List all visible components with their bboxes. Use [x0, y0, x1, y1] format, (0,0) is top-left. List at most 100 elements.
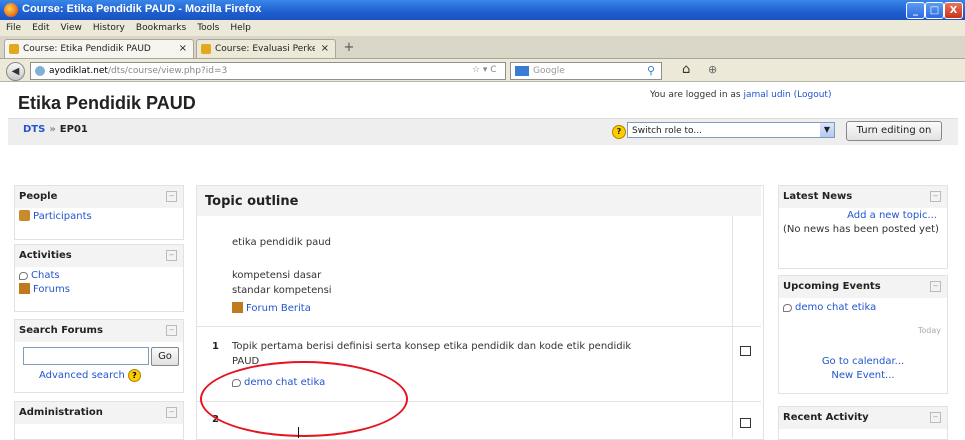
search-forums-block: Search Forums − Go Advanced search ? — [14, 319, 184, 393]
block-header: People − — [15, 186, 183, 208]
bookmark-reload-icons[interactable]: ☆ ▾ C — [472, 62, 497, 78]
administration-title: Administration — [19, 407, 103, 418]
firefox-icon — [4, 3, 18, 17]
search-forums-input[interactable] — [23, 347, 149, 365]
participants-link[interactable]: Participants — [15, 208, 183, 224]
turn-editing-button[interactable]: Turn editing on — [846, 121, 942, 141]
latest-news-title: Latest News — [783, 191, 853, 202]
tab-label: Course: Evaluasi Perkembangan Anak Us... — [215, 44, 315, 54]
menu-help[interactable]: Help — [224, 21, 256, 33]
new-event-link[interactable]: New Event... — [779, 370, 947, 381]
chevron-down-icon[interactable]: ▼ — [820, 123, 834, 137]
calendar-link[interactable]: Go to calendar... — [779, 356, 947, 367]
latest-news-block: Latest News − Add a new topic... (No news… — [778, 185, 948, 269]
administration-block: Administration − — [14, 401, 184, 440]
back-button[interactable]: ◀ — [6, 62, 25, 81]
forums-link[interactable]: Forums — [15, 283, 183, 297]
block-header: Administration − — [15, 402, 183, 424]
block-header: Activities − — [15, 245, 183, 267]
menu-file[interactable]: File — [0, 21, 26, 33]
user-link[interactable]: jamal udin — [743, 90, 790, 100]
tab-label: Course: Etika Pendidik PAUD — [23, 44, 151, 54]
block-header: Search Forums − — [15, 320, 183, 342]
section1-summary: Topik pertama berisi definisi serta kons… — [232, 341, 632, 352]
search-input[interactable]: Google ⚲ — [510, 62, 662, 80]
home-icon[interactable]: ⌂ — [682, 62, 690, 78]
collapse-icon[interactable]: − — [166, 407, 177, 418]
section-divider — [197, 326, 761, 327]
section0-line1: etika pendidik paud — [232, 237, 331, 248]
page-title: Etika Pendidik PAUD — [18, 93, 196, 113]
menu-edit[interactable]: Edit — [26, 21, 54, 33]
block-header: Upcoming Events − — [779, 276, 947, 298]
url-host: ayodiklat.net — [49, 66, 108, 76]
chats-link[interactable]: Chats — [15, 267, 183, 283]
logout-link[interactable]: (Logout) — [794, 90, 832, 100]
forums-label: Forums — [33, 284, 70, 295]
menu-bar: File Edit View History Bookmarks Tools Help — [0, 20, 965, 36]
tab-etika-pendidik[interactable]: Course: Etika Pendidik PAUD × — [4, 39, 194, 58]
event-label: demo chat etika — [795, 302, 877, 313]
tab-close-icon[interactable]: × — [179, 40, 187, 58]
search-icon[interactable]: ⚲ — [647, 63, 655, 79]
window-title: Course: Etika Pendidik PAUD - Mozilla Fi… — [22, 3, 262, 15]
tab-close-icon[interactable]: × — [321, 40, 329, 58]
section1-highlight-icon[interactable] — [740, 346, 751, 356]
advanced-search-link[interactable]: Advanced search ? — [39, 369, 141, 382]
menu-history[interactable]: History — [87, 21, 130, 33]
chat-icon — [19, 272, 28, 280]
activities-block: Activities − Chats Forums — [14, 244, 184, 312]
minimize-button[interactable]: _ — [906, 2, 925, 19]
topic-outline-header: Topic outline — [197, 186, 761, 216]
breadcrumb-dts[interactable]: DTS — [23, 124, 45, 135]
url-path: /dts/course/view.php?id=3 — [107, 66, 228, 76]
right-cell-divider — [732, 216, 733, 438]
switch-role-select[interactable]: Switch role to... ▼ — [627, 122, 835, 138]
block-header: Latest News − — [779, 186, 947, 208]
go-button[interactable]: Go — [151, 347, 179, 366]
search-placeholder: Google — [533, 66, 565, 76]
section0-line3: standar kompetensi — [232, 285, 332, 296]
forum-icon — [19, 283, 30, 294]
event-date: Today — [917, 326, 941, 335]
menu-view[interactable]: View — [55, 21, 87, 33]
advanced-search-label: Advanced search — [39, 370, 125, 381]
help-icon[interactable]: ? — [612, 125, 626, 139]
section2-highlight-icon[interactable] — [740, 418, 751, 428]
site-identity-icon[interactable] — [35, 66, 45, 76]
tab-evaluasi[interactable]: Course: Evaluasi Perkembangan Anak Us...… — [196, 39, 336, 58]
moodle-favicon — [9, 44, 19, 54]
window-titlebar: Course: Etika Pendidik PAUD - Mozilla Fi… — [0, 0, 965, 20]
recent-activity-title: Recent Activity — [783, 412, 869, 423]
collapse-icon[interactable]: − — [166, 325, 177, 336]
collapse-icon[interactable]: − — [166, 191, 177, 202]
search-forums-title: Search Forums — [19, 325, 103, 336]
help-icon[interactable]: ? — [127, 369, 141, 382]
event-demo-chat-link[interactable]: demo chat etika — [779, 298, 947, 315]
recent-activity-block: Recent Activity − — [778, 406, 948, 440]
new-tab-button[interactable]: + — [340, 40, 358, 56]
upcoming-events-block: Upcoming Events − demo chat etika Today G… — [778, 275, 948, 394]
maximize-button[interactable]: □ — [925, 2, 944, 19]
breadcrumb-separator: » — [49, 124, 56, 135]
collapse-icon[interactable]: − — [166, 250, 177, 261]
url-bar[interactable]: ayodiklat.net/dts/course/view.php?id=3 — [30, 62, 506, 80]
forum-berita-link[interactable]: Forum Berita — [232, 302, 311, 314]
menu-bookmarks[interactable]: Bookmarks — [130, 21, 191, 33]
breadcrumb-ep01: EP01 — [59, 124, 88, 135]
section0-line2: kompetensi dasar — [232, 270, 322, 281]
people-block: People − Participants — [14, 185, 184, 240]
annotation-ellipse — [200, 361, 408, 437]
addon-icon[interactable]: ⊕ — [708, 63, 717, 76]
annotation-pointer-line — [298, 427, 299, 438]
collapse-icon[interactable]: − — [930, 191, 941, 202]
participants-label: Participants — [33, 211, 92, 222]
collapse-icon[interactable]: − — [930, 281, 941, 292]
add-topic-link[interactable]: Add a new topic... — [847, 210, 937, 221]
people-icon — [19, 210, 30, 221]
close-button[interactable]: X — [944, 2, 963, 19]
search-engine-icon[interactable] — [515, 66, 529, 76]
menu-tools[interactable]: Tools — [191, 21, 224, 33]
breadcrumb: DTS » EP01 — [23, 124, 88, 135]
collapse-icon[interactable]: − — [930, 412, 941, 423]
